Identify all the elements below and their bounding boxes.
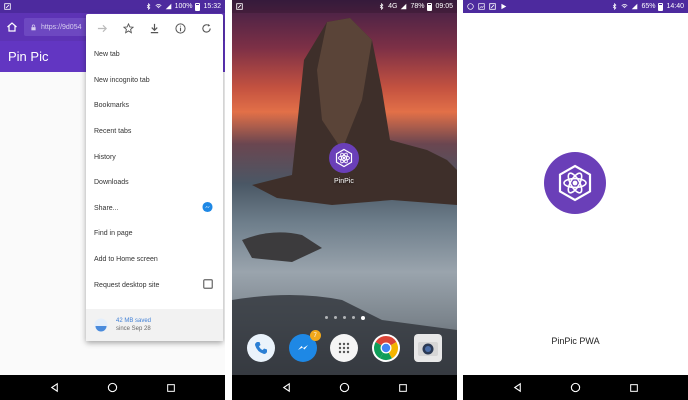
- pinpic-home-icon[interactable]: [329, 143, 359, 173]
- data-saver-footer[interactable]: 42 MB saved since Sep 28: [86, 309, 223, 341]
- menu-item-label: Find in page: [94, 230, 133, 238]
- phone-home-screen: 4G 78% 09:05 PinPic 7: [232, 0, 457, 400]
- menu-item-share[interactable]: Share...: [86, 196, 223, 222]
- page-dot: [333, 316, 337, 319]
- refresh-icon[interactable]: [200, 22, 212, 34]
- data-saver-icon: [94, 318, 108, 332]
- data-saved-amount: 42 MB saved: [116, 317, 152, 324]
- pinpic-splash-icon: [544, 152, 606, 214]
- notification-badge: 7: [309, 330, 321, 341]
- download-icon[interactable]: [148, 22, 160, 34]
- page-indicator: [232, 316, 457, 320]
- menu-item-bookmarks[interactable]: Bookmarks: [86, 93, 223, 119]
- camera-app-icon[interactable]: [414, 334, 443, 362]
- page-dot-active: [360, 316, 365, 320]
- image-notification-icon: [478, 3, 485, 10]
- phone-chrome-menu: 100% 15:32 https://9d054 Pin Pic New tab…: [0, 0, 225, 400]
- home-circle-icon[interactable]: [337, 381, 351, 395]
- clock: 09:05: [435, 3, 453, 10]
- recents-icon[interactable]: [164, 381, 178, 395]
- menu-item-label: Request desktop site: [94, 281, 160, 289]
- menu-item-find-in-page[interactable]: Find in page: [86, 221, 223, 247]
- bluetooth-icon: [146, 3, 150, 10]
- clock: 15:32: [203, 3, 221, 10]
- menu-item-label: Add to Home screen: [94, 256, 158, 264]
- chrome-app-icon[interactable]: [372, 334, 401, 362]
- battery-percent: 65%: [641, 3, 656, 10]
- desktop-site-checkbox[interactable]: [203, 279, 213, 291]
- menu-item-history[interactable]: History: [86, 144, 223, 170]
- info-icon[interactable]: [174, 22, 186, 34]
- browser-overflow-menu: New tab New incognito tab Bookmarks Rece…: [86, 14, 223, 341]
- wifi-icon: [621, 4, 629, 9]
- battery-icon: [658, 2, 664, 11]
- signal-icon: [401, 3, 407, 10]
- forward-icon[interactable]: [97, 22, 109, 34]
- data-saved-since: since Sep 28: [116, 326, 151, 332]
- splash-app-name: PinPic PWA: [551, 336, 600, 346]
- whatsapp-notification-icon: [467, 3, 474, 10]
- menu-item-new-incognito-tab[interactable]: New incognito tab: [86, 68, 223, 94]
- clock: 14:40: [666, 3, 684, 10]
- page-dot: [324, 316, 328, 319]
- back-icon[interactable]: [47, 381, 61, 395]
- atom-hexagon-icon: [335, 148, 353, 168]
- home-circle-icon[interactable]: [105, 381, 119, 395]
- network-type: 4G: [388, 3, 398, 10]
- home-circle-icon[interactable]: [568, 381, 582, 395]
- menu-item-recent-tabs[interactable]: Recent tabs: [86, 119, 223, 145]
- edit-notification-icon: [236, 3, 243, 10]
- atom-hexagon-icon: [558, 164, 592, 202]
- wifi-icon: [155, 4, 162, 9]
- menu-item-label: Recent tabs: [94, 128, 132, 136]
- menu-item-label: Share...: [94, 204, 119, 212]
- back-icon[interactable]: [279, 381, 293, 395]
- signal-icon: [632, 3, 638, 10]
- menu-item-label: History: [94, 153, 116, 161]
- signal-icon: [165, 3, 171, 10]
- navigation-bar: [232, 375, 457, 400]
- battery-icon: [195, 2, 201, 11]
- home-dock: 7: [232, 330, 457, 363]
- phone-splash-screen: 65% 14:40 PinPic PWA: [463, 0, 688, 400]
- back-icon[interactable]: [510, 381, 524, 395]
- edit-notification-icon: [489, 3, 496, 10]
- status-bar: 65% 14:40: [463, 0, 688, 13]
- menu-item-label: New tab: [94, 51, 120, 59]
- phone-app-icon[interactable]: [246, 334, 275, 362]
- messenger-app-icon[interactable]: 7: [288, 330, 321, 362]
- menu-item-add-to-home-screen[interactable]: Add to Home screen: [86, 247, 223, 273]
- recents-icon[interactable]: [627, 381, 641, 395]
- page-dot: [342, 316, 346, 319]
- status-bar: 4G 78% 09:05: [232, 0, 457, 13]
- menu-item-label: Downloads: [94, 179, 129, 187]
- play-store-notification-icon: [501, 3, 507, 10]
- status-bar: 100% 15:32: [0, 0, 225, 13]
- edit-notification-icon: [4, 3, 11, 10]
- pinpic-home-label: PinPic: [334, 178, 354, 185]
- menu-item-request-desktop-site[interactable]: Request desktop site: [86, 272, 223, 298]
- bluetooth-icon: [379, 3, 384, 10]
- app-title: Pin Pic: [8, 49, 49, 64]
- recents-icon[interactable]: [396, 381, 410, 395]
- menu-icon-row: [86, 14, 223, 42]
- menu-item-label: New incognito tab: [94, 76, 150, 84]
- battery-percent: 78%: [410, 3, 425, 10]
- navigation-bar: [463, 375, 688, 400]
- url-text: https://9d054: [41, 23, 82, 31]
- battery-percent: 100%: [174, 3, 193, 10]
- menu-item-label: Bookmarks: [94, 102, 130, 110]
- navigation-bar: [0, 375, 225, 400]
- home-icon[interactable]: [6, 21, 18, 33]
- star-icon[interactable]: [123, 22, 135, 34]
- battery-icon: [427, 2, 433, 11]
- menu-item-new-tab[interactable]: New tab: [86, 42, 223, 68]
- bluetooth-icon: [613, 3, 617, 10]
- menu-item-downloads[interactable]: Downloads: [86, 170, 223, 196]
- app-drawer-icon[interactable]: [330, 334, 359, 362]
- lock-icon: [31, 24, 36, 30]
- page-dot: [351, 316, 355, 319]
- messenger-share-icon[interactable]: [202, 202, 213, 215]
